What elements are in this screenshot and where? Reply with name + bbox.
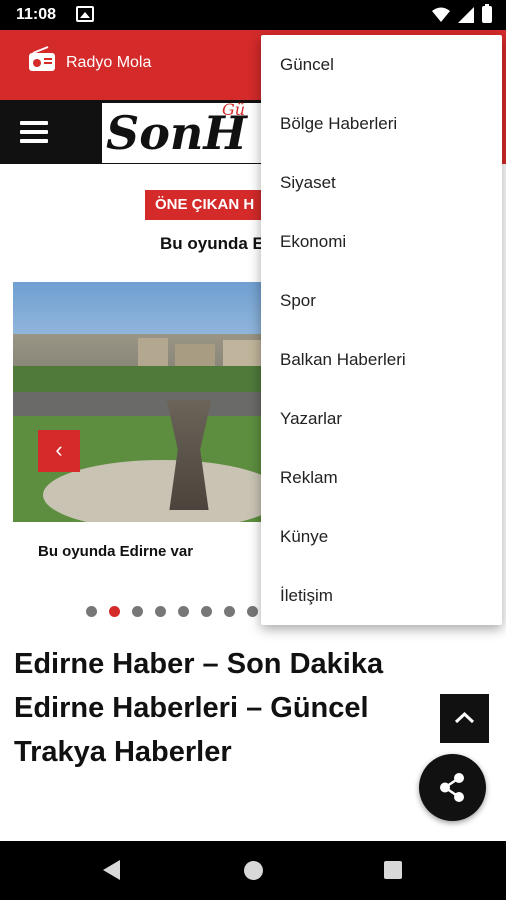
slider-dot[interactable] bbox=[155, 606, 166, 617]
menu-item-guncel[interactable]: Güncel bbox=[261, 35, 502, 94]
slider-dot[interactable] bbox=[178, 606, 189, 617]
menu-item-siyaset[interactable]: Siyaset bbox=[261, 153, 502, 212]
menu-item-iletisim[interactable]: İletişim bbox=[261, 566, 502, 625]
scroll-top-button[interactable] bbox=[440, 694, 489, 743]
slider-dot[interactable] bbox=[132, 606, 143, 617]
logo-tagline: Gü bbox=[222, 100, 246, 119]
share-icon bbox=[440, 773, 464, 802]
slide-caption[interactable]: Bu oyunda Edirne var bbox=[38, 543, 193, 560]
featured-title[interactable]: Bu oyunda E bbox=[160, 234, 264, 254]
slider-dot[interactable] bbox=[201, 606, 212, 617]
app-screen: 11:08 Radyo Mola SonH Gü ÖNE ÇIKAN H Bu … bbox=[0, 0, 506, 900]
menu-item-bolge-haberleri[interactable]: Bölge Haberleri bbox=[261, 94, 502, 153]
slider-dots bbox=[86, 606, 258, 617]
radio-icon bbox=[29, 46, 55, 71]
slider-dot[interactable] bbox=[86, 606, 97, 617]
system-nav-bar bbox=[0, 841, 506, 900]
battery-icon bbox=[482, 4, 492, 23]
page-heading: Edirne Haber – Son Dakika Edirne Haberle… bbox=[14, 648, 384, 768]
radio-label: Radyo Mola bbox=[66, 54, 152, 71]
home-icon[interactable] bbox=[244, 861, 263, 880]
status-icons bbox=[432, 4, 492, 23]
menu-item-yazarlar[interactable]: Yazarlar bbox=[261, 389, 502, 448]
wifi-icon bbox=[432, 7, 450, 22]
share-button[interactable] bbox=[419, 754, 486, 821]
recent-apps-icon[interactable] bbox=[384, 861, 402, 879]
hamburger-menu-icon[interactable] bbox=[20, 121, 48, 143]
menu-item-balkan-haberleri[interactable]: Balkan Haberleri bbox=[261, 330, 502, 389]
slider-dot[interactable] bbox=[109, 606, 120, 617]
status-bar: 11:08 bbox=[0, 0, 506, 30]
slider-dot[interactable] bbox=[224, 606, 235, 617]
chevron-up-icon bbox=[454, 711, 475, 724]
slide-prev-button[interactable]: ‹ bbox=[38, 430, 80, 472]
menu-item-ekonomi[interactable]: Ekonomi bbox=[261, 212, 502, 271]
menu-item-kunye[interactable]: Künye bbox=[261, 507, 502, 566]
menu-item-reklam[interactable]: Reklam bbox=[261, 448, 502, 507]
slide-image[interactable] bbox=[13, 282, 293, 522]
overflow-menu: Güncel Bölge Haberleri Siyaset Ekonomi S… bbox=[261, 35, 502, 625]
status-time: 11:08 bbox=[16, 6, 57, 23]
back-icon[interactable] bbox=[103, 860, 120, 880]
notification-icon bbox=[76, 6, 94, 22]
signal-icon bbox=[458, 6, 474, 23]
menu-item-spor[interactable]: Spor bbox=[261, 271, 502, 330]
slider-dot[interactable] bbox=[247, 606, 258, 617]
